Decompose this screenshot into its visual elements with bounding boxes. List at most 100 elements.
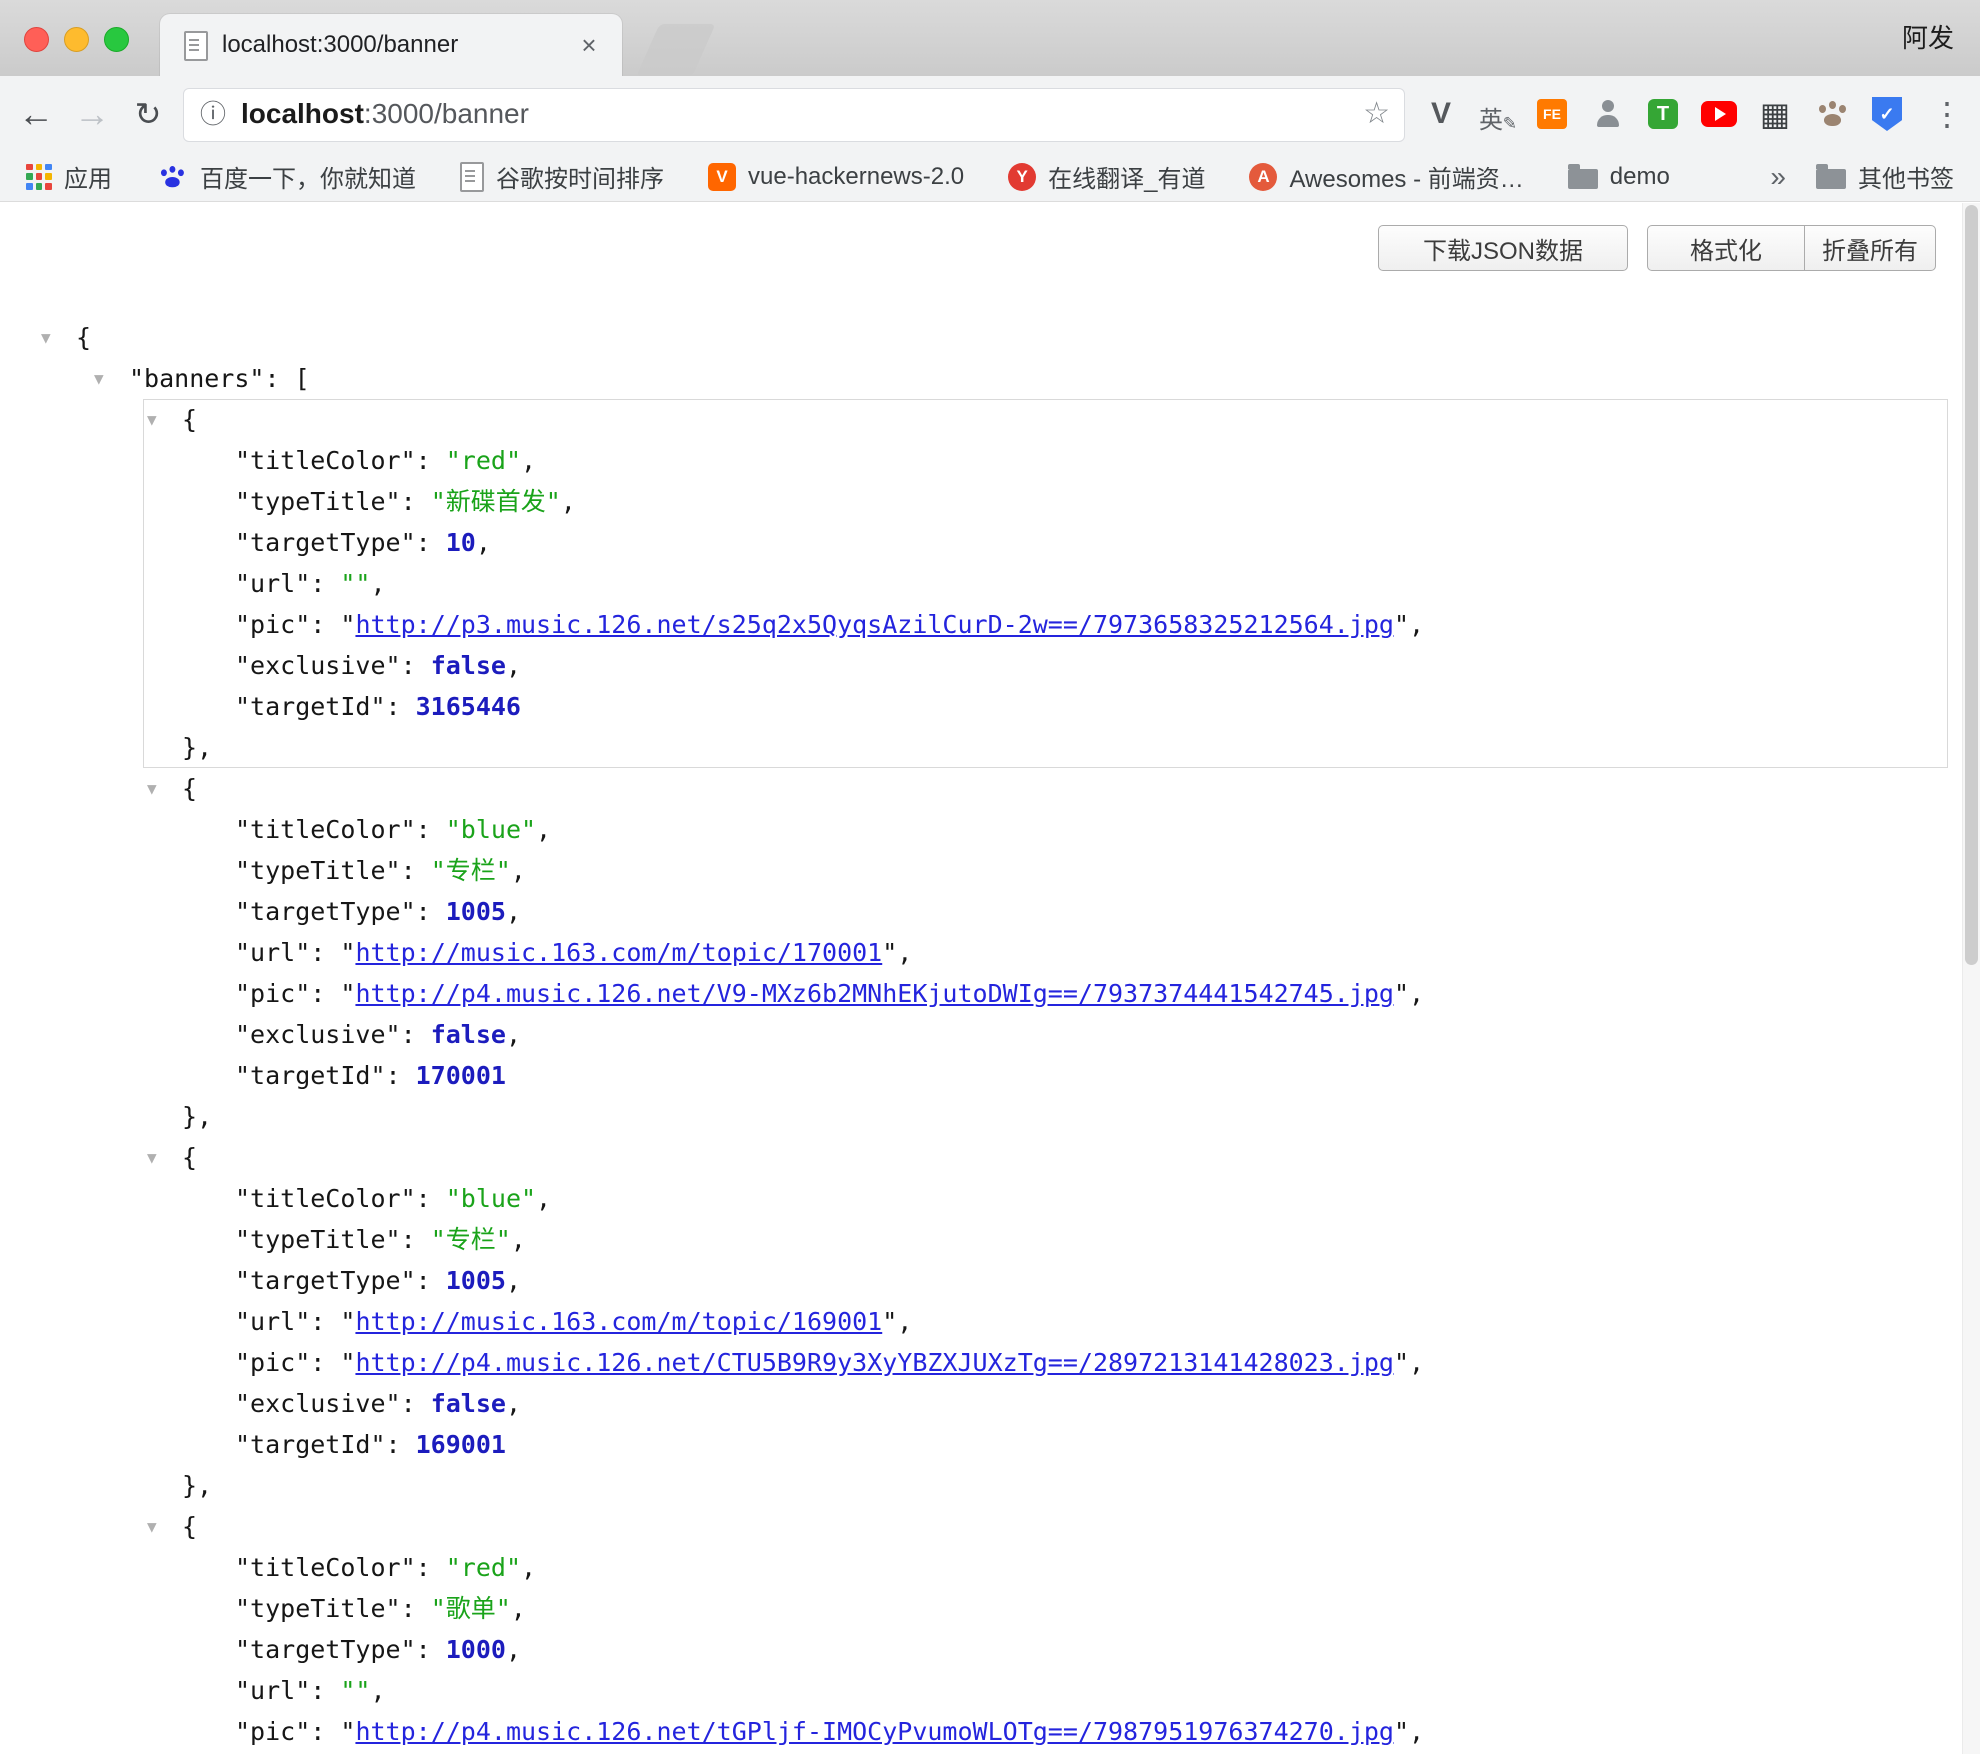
forward-button[interactable]: →: [70, 76, 114, 152]
collapse-toggle-icon[interactable]: ▼: [147, 1506, 157, 1547]
page-info-icon[interactable]: ⓘ: [200, 89, 226, 139]
json-number: 170001: [416, 1061, 506, 1090]
json-link[interactable]: http://p4.music.126.net/CTU5B9R9y3XyYBZX…: [355, 1348, 1394, 1377]
youdao-y-icon: Y: [1008, 163, 1036, 191]
fe-extension-icon[interactable]: FE: [1530, 92, 1574, 136]
bookmark-vue-hackernews[interactable]: V vue-hackernews-2.0: [708, 163, 964, 191]
qrcode-extension-icon[interactable]: ▦: [1753, 92, 1797, 136]
browser-menu-icon[interactable]: ⋮: [1925, 92, 1969, 136]
json-link[interactable]: http://p3.music.126.net/s25q2x5QyqsAzilC…: [355, 610, 1394, 639]
json-key: "targetType": [235, 897, 416, 926]
minimize-window-button[interactable]: [64, 27, 89, 52]
json-punct: ,: [1409, 979, 1424, 1008]
translate-extension-icon[interactable]: 英✎: [1475, 92, 1519, 136]
apps-grid-icon: [26, 164, 52, 190]
json-key: "targetType": [235, 1635, 416, 1664]
person-extension-icon[interactable]: [1586, 92, 1630, 136]
json-punct: :: [310, 1676, 340, 1705]
new-tab-button[interactable]: [636, 24, 715, 76]
tab-close-icon[interactable]: ×: [574, 30, 604, 60]
json-punct: ,: [506, 651, 521, 680]
json-key: "targetType": [235, 528, 416, 557]
other-bookmarks-folder[interactable]: 其他书签: [1816, 159, 1954, 194]
page-scrollbar[interactable]: [1962, 203, 1980, 1754]
reload-button[interactable]: ↻: [126, 76, 170, 152]
folder-icon: [1816, 169, 1846, 189]
json-string: "": [340, 569, 370, 598]
bookmark-star-icon[interactable]: ☆: [1363, 89, 1390, 139]
json-punct: {: [182, 405, 197, 434]
profile-name[interactable]: 阿发: [1902, 0, 1954, 76]
json-link[interactable]: http://music.163.com/m/topic/169001: [355, 1307, 882, 1336]
collapse-toggle-icon[interactable]: ▼: [147, 399, 157, 440]
json-key: "typeTitle": [235, 487, 401, 516]
toolbar: ← → ↻ ⓘ localhost:3000/banner ☆ V 英✎ FE …: [0, 76, 1980, 152]
bookmark-google-sort[interactable]: 谷歌按时间排序: [460, 159, 664, 194]
bookmark-label: 谷歌按时间排序: [496, 159, 664, 194]
json-object: ▼{"titleColor": "blue","typeTitle": "专栏"…: [0, 1137, 1980, 1506]
json-punct: :: [401, 487, 431, 516]
json-punct: :: [310, 610, 340, 639]
json-punct: :: [416, 1635, 446, 1664]
bookmark-demo-folder[interactable]: demo: [1568, 163, 1670, 191]
json-toolbar-group: 格式化 折叠所有: [1647, 225, 1936, 271]
collapse-toggle-icon[interactable]: ▼: [94, 358, 104, 399]
json-punct: ,: [1409, 1717, 1424, 1746]
other-bookmarks-label: 其他书签: [1858, 159, 1954, 194]
collapse-toggle-icon[interactable]: ▼: [41, 317, 51, 358]
json-key: "banners": [129, 364, 264, 393]
tampermonkey-extension-icon[interactable]: T: [1641, 92, 1685, 136]
close-window-button[interactable]: [24, 27, 49, 52]
browser-window: localhost:3000/banner × 阿发 ← → ↻ ⓘ local…: [0, 0, 1980, 1754]
json-punct: ,: [536, 1184, 551, 1213]
bookmarks-overflow-chevron[interactable]: »: [1770, 161, 1786, 193]
json-line: "exclusive": false,: [0, 1383, 1980, 1424]
bookmark-label: 百度一下，你就知道: [200, 159, 416, 194]
bookmark-awesomes[interactable]: A Awesomes - 前端资…: [1249, 159, 1523, 194]
json-line: "titleColor": "blue",: [0, 809, 1980, 850]
url-bar[interactable]: ⓘ localhost:3000/banner ☆: [183, 88, 1405, 142]
bookmark-youdao[interactable]: Y 在线翻译_有道: [1008, 159, 1205, 194]
collapse-all-button[interactable]: 折叠所有: [1805, 225, 1936, 271]
bookmark-apps[interactable]: 应用: [26, 159, 112, 194]
url-host: localhost: [241, 98, 364, 129]
json-punct: {: [182, 774, 197, 803]
format-button[interactable]: 格式化: [1647, 225, 1805, 271]
paw-extension-icon[interactable]: [1810, 92, 1854, 136]
back-button[interactable]: ←: [14, 76, 58, 152]
json-key: "typeTitle": [235, 856, 401, 885]
youtube-extension-icon[interactable]: [1697, 92, 1741, 136]
json-link[interactable]: http://music.163.com/m/topic/170001: [355, 938, 882, 967]
shield-check-extension-icon[interactable]: ✓: [1865, 92, 1909, 136]
vimium-extension-icon[interactable]: V: [1419, 92, 1463, 136]
download-json-button[interactable]: 下载JSON数据: [1378, 225, 1628, 271]
json-line: "targetType": 1005,: [0, 1260, 1980, 1301]
json-punct: :: [416, 1184, 446, 1213]
json-line: "url": "",: [0, 1670, 1980, 1711]
collapse-toggle-icon[interactable]: ▼: [147, 768, 157, 809]
json-link[interactable]: http://p4.music.126.net/V9-MXz6b2MNhEKju…: [355, 979, 1394, 1008]
json-punct: ": [1394, 979, 1409, 1008]
zoom-window-button[interactable]: [104, 27, 129, 52]
json-key: "titleColor": [235, 815, 416, 844]
json-line: "typeTitle": "新碟首发",: [0, 481, 1980, 522]
bookmark-baidu[interactable]: 百度一下，你就知道: [156, 159, 416, 194]
bookmark-label: 在线翻译_有道: [1048, 159, 1205, 194]
json-punct: :: [401, 1225, 431, 1254]
json-link[interactable]: http://p4.music.126.net/tGPljf-IMOCyPvum…: [355, 1717, 1394, 1746]
json-key: "url": [235, 938, 310, 967]
json-punct: },: [182, 733, 212, 762]
collapse-toggle-icon[interactable]: ▼: [147, 1137, 157, 1178]
browser-tab[interactable]: localhost:3000/banner ×: [160, 14, 622, 76]
json-punct: :: [310, 569, 340, 598]
json-key: "url": [235, 569, 310, 598]
json-line: "titleColor": "blue",: [0, 1178, 1980, 1219]
bookmarks-bar: 应用 百度一下，你就知道 谷歌按时间排序 V vue-hackernews-2.…: [0, 152, 1980, 202]
bookmark-label: vue-hackernews-2.0: [748, 163, 964, 191]
json-string: "新碟首发": [431, 487, 561, 516]
json-line: "targetType": 10,: [0, 522, 1980, 563]
scrollbar-thumb[interactable]: [1965, 205, 1978, 965]
awesomes-a-icon: A: [1249, 163, 1277, 191]
json-key: "targetType": [235, 1266, 416, 1295]
json-key: "targetId": [235, 692, 386, 721]
